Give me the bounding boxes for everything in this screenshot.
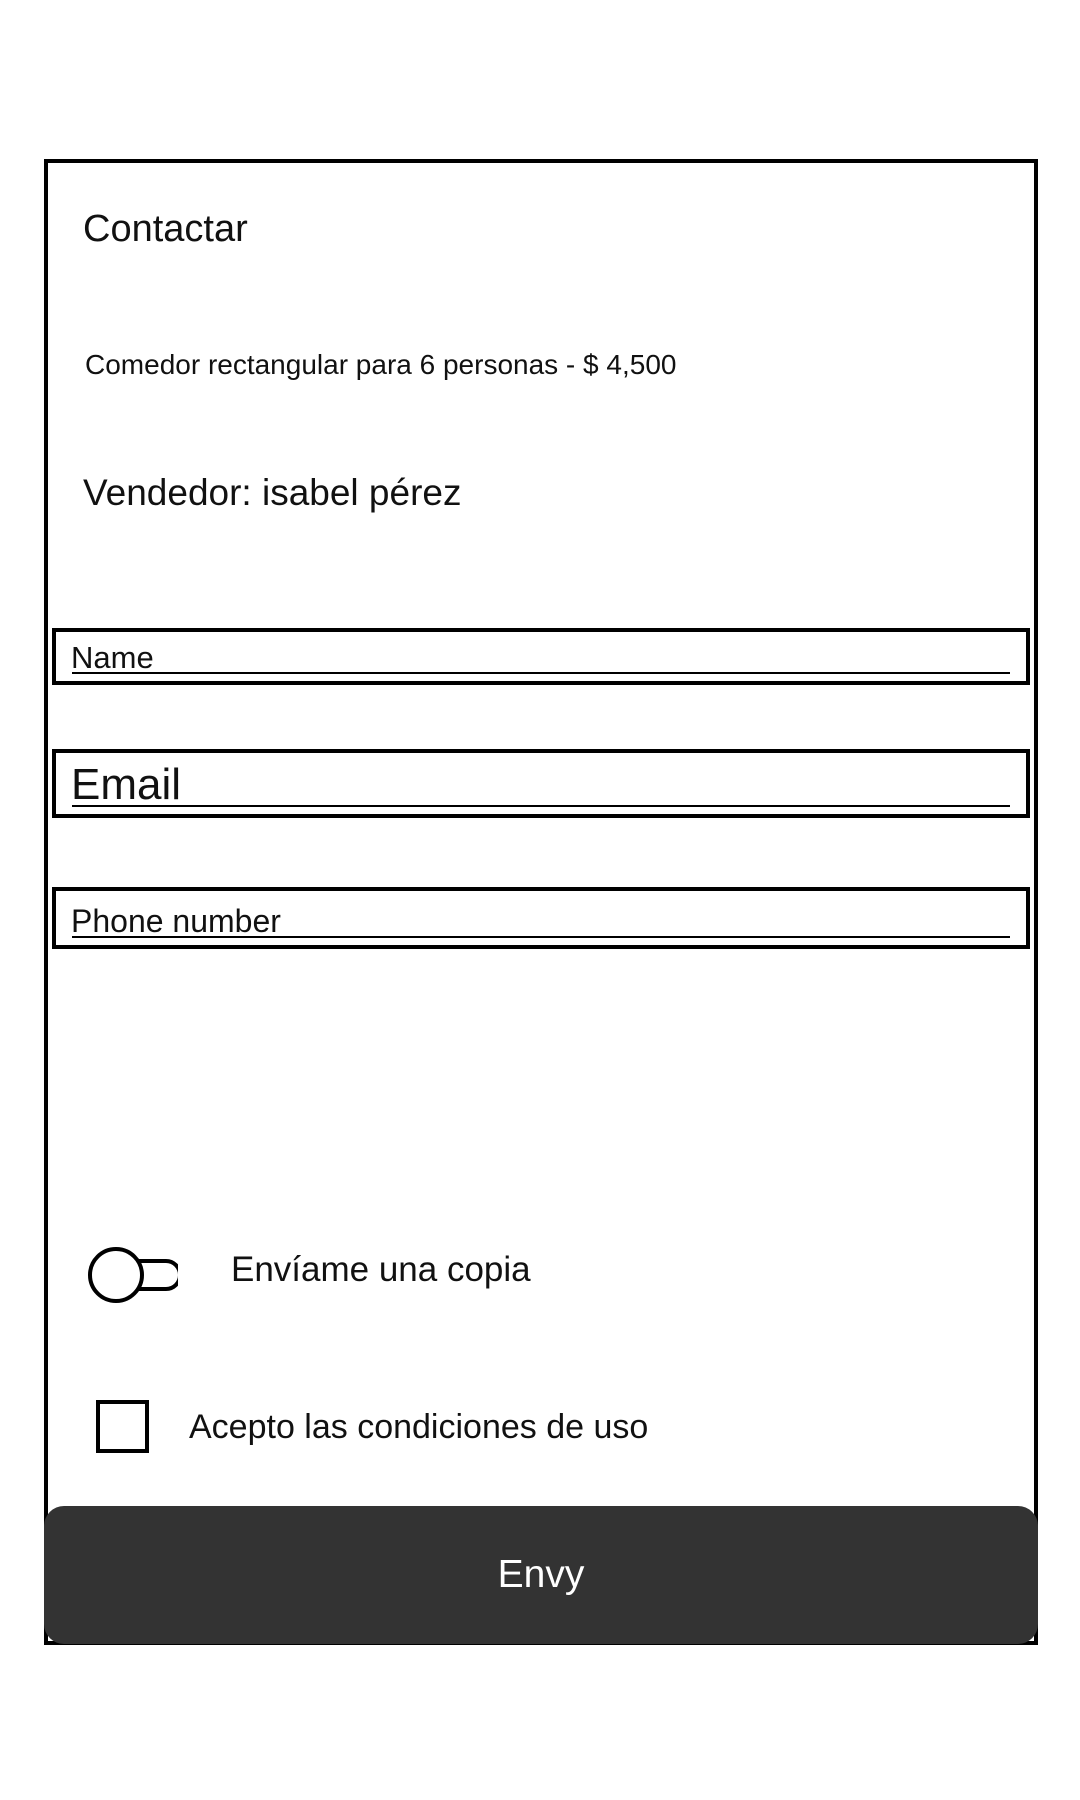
- name-field[interactable]: Name: [52, 628, 1030, 685]
- product-summary: Comedor rectangular para 6 personas - $ …: [85, 349, 677, 380]
- toggle-switch-icon: [88, 1247, 182, 1303]
- terms-checkbox[interactable]: [96, 1400, 149, 1453]
- phone-field[interactable]: Phone number: [52, 887, 1030, 949]
- name-placeholder: Name: [71, 640, 154, 675]
- email-placeholder: Email: [71, 760, 182, 809]
- phone-underline: [72, 936, 1010, 938]
- name-underline: [72, 672, 1010, 674]
- submit-button[interactable]: Envy: [44, 1506, 1038, 1644]
- copy-toggle[interactable]: [86, 1245, 182, 1305]
- page-title: Contactar: [83, 208, 248, 250]
- seller-name: Vendedor: isabel pérez: [83, 472, 462, 513]
- terms-label: Acepto las condiciones de uso: [189, 1408, 649, 1446]
- copy-toggle-label: Envíame una copia: [231, 1250, 531, 1289]
- submit-button-label: Envy: [497, 1553, 585, 1596]
- email-field[interactable]: Email: [52, 749, 1030, 818]
- email-underline: [72, 805, 1010, 807]
- phone-placeholder: Phone number: [71, 903, 281, 939]
